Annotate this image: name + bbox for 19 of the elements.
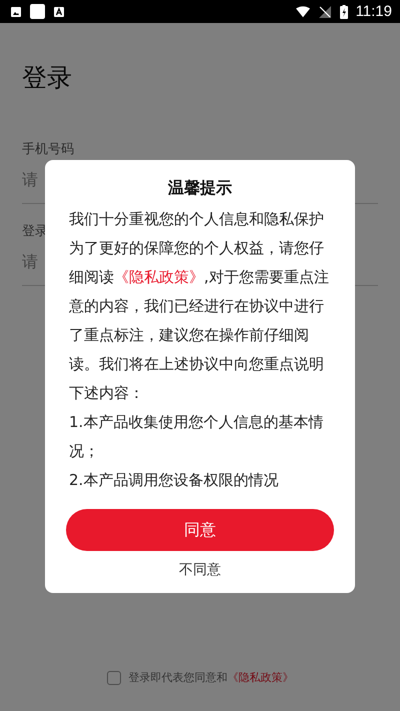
agree-button[interactable]: 同意	[66, 509, 334, 551]
page-title: 登录	[22, 62, 73, 94]
agreement-text: 登录即代表您同意和《隐私政策》	[128, 670, 294, 685]
field-label: 手机号码	[22, 141, 74, 158]
font-icon	[53, 6, 65, 18]
dialog-title: 温馨提示	[168, 178, 232, 199]
wifi-icon	[296, 6, 310, 18]
privacy-link[interactable]: 《隐私政策》	[114, 268, 204, 286]
status-time: 11:19	[356, 3, 392, 20]
privacy-link[interactable]: 《隐私政策》	[228, 671, 294, 684]
no-signal-icon	[318, 6, 332, 18]
dialog-list-item: 2.本产品调用您设备权限的情况	[69, 470, 280, 491]
checkbox[interactable]	[106, 670, 120, 684]
square-icon	[30, 4, 45, 19]
image-icon	[10, 6, 22, 18]
disagree-button[interactable]: 不同意	[175, 557, 225, 583]
battery-icon	[340, 4, 348, 18]
dialog-message: 我们十分重视您的个人信息和隐私保护为了更好的保障您的个人权益，请您仔细阅读《隐私政策》,对于您需要重点注意的内容，我们已经进行在协议中进行了重点标注，建议您在操作前仔细阅读。我们将在上述协议中向您重点说明下述内容：	[69, 209, 330, 404]
dialog-list-item: 1.本产品收集使用您个人信息的基本情况；	[69, 412, 324, 462]
